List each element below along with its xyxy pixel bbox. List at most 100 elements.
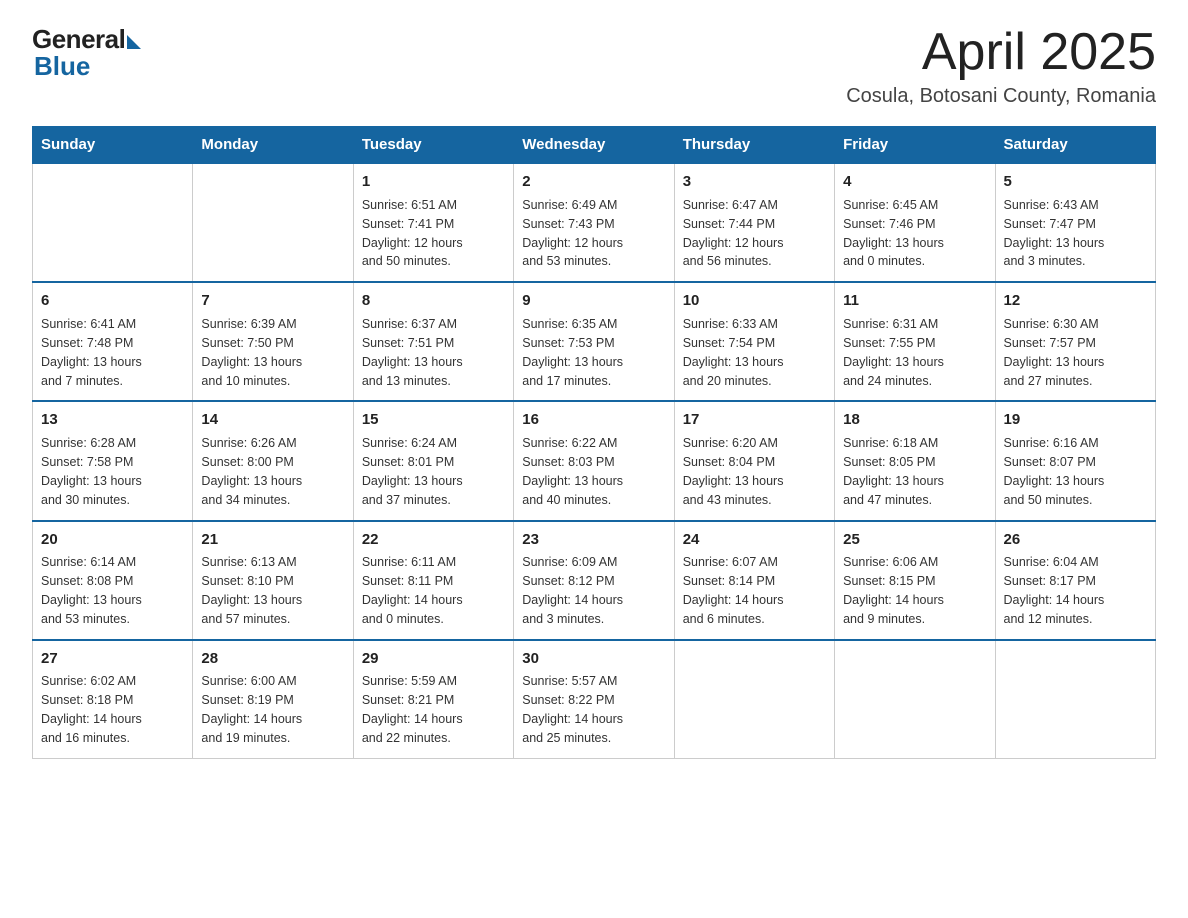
calendar-empty-cell (193, 163, 353, 282)
day-number: 5 (1004, 171, 1147, 193)
calendar-day-9: 9Sunrise: 6:35 AMSunset: 7:53 PMDaylight… (514, 282, 674, 401)
calendar-day-23: 23Sunrise: 6:09 AMSunset: 8:12 PMDayligh… (514, 521, 674, 640)
weekday-header-monday: Monday (193, 127, 353, 164)
calendar-day-17: 17Sunrise: 6:20 AMSunset: 8:04 PMDayligh… (674, 401, 834, 520)
day-number: 16 (522, 409, 665, 431)
day-info: Sunrise: 6:26 AMSunset: 8:00 PMDaylight:… (201, 436, 302, 507)
day-number: 11 (843, 290, 986, 312)
weekday-header-tuesday: Tuesday (353, 127, 513, 164)
day-number: 28 (201, 648, 344, 670)
day-number: 9 (522, 290, 665, 312)
weekday-header-saturday: Saturday (995, 127, 1155, 164)
calendar-day-16: 16Sunrise: 6:22 AMSunset: 8:03 PMDayligh… (514, 401, 674, 520)
day-number: 12 (1004, 290, 1147, 312)
day-number: 4 (843, 171, 986, 193)
calendar-empty-cell (33, 163, 193, 282)
weekday-header-friday: Friday (835, 127, 995, 164)
calendar-day-20: 20 Sunrise: 6:14 AMSunset: 8:08 PMDayligh… (33, 521, 193, 640)
day-number: 21 (201, 529, 344, 551)
calendar-day-19: 19 Sunrise: 6:16 AMSunset: 8:07 PMDayligh… (995, 401, 1155, 520)
calendar-day-11: 11 Sunrise: 6:31 AMSunset: 7:55 PMDayligh… (835, 282, 995, 401)
day-number: 18 (843, 409, 986, 431)
calendar-day-29: 29 Sunrise: 5:59 AMSunset: 8:21 PMDayligh… (353, 640, 513, 759)
day-info: Sunrise: 6:24 AMSunset: 8:01 PMDaylight:… (362, 436, 463, 507)
day-info: Sunrise: 6:28 AMSunset: 7:58 PMDaylight:… (41, 436, 142, 507)
calendar-week-row: 6 Sunrise: 6:41 AMSunset: 7:48 PMDaylight… (33, 282, 1156, 401)
day-info: Sunrise: 6:47 AMSunset: 7:44 PMDaylight:… (683, 198, 784, 269)
day-number: 24 (683, 529, 826, 551)
day-number: 1 (362, 171, 505, 193)
day-number: 2 (522, 171, 665, 193)
day-number: 13 (41, 409, 184, 431)
day-number: 29 (362, 648, 505, 670)
day-info: Sunrise: 6:14 AMSunset: 8:08 PMDaylight:… (41, 555, 142, 626)
day-info: Sunrise: 6:07 AMSunset: 8:14 PMDaylight:… (683, 555, 784, 626)
calendar-day-13: 13 Sunrise: 6:28 AMSunset: 7:58 PMDayligh… (33, 401, 193, 520)
logo-blue-text: Blue (34, 51, 90, 82)
day-info: Sunrise: 6:37 AMSunset: 7:51 PMDaylight:… (362, 317, 463, 388)
day-number: 27 (41, 648, 184, 670)
calendar-day-12: 12 Sunrise: 6:30 AMSunset: 7:57 PMDayligh… (995, 282, 1155, 401)
day-info: Sunrise: 6:02 AMSunset: 8:18 PMDaylight:… (41, 674, 142, 745)
calendar-empty-cell (835, 640, 995, 759)
calendar-location: Cosula, Botosani County, Romania (846, 85, 1156, 108)
calendar-day-25: 25 Sunrise: 6:06 AMSunset: 8:15 PMDayligh… (835, 521, 995, 640)
day-number: 25 (843, 529, 986, 551)
calendar-day-22: 22 Sunrise: 6:11 AMSunset: 8:11 PMDayligh… (353, 521, 513, 640)
weekday-header-row: SundayMondayTuesdayWednesdayThursdayFrid… (33, 127, 1156, 164)
day-info: Sunrise: 6:06 AMSunset: 8:15 PMDaylight:… (843, 555, 944, 626)
day-info: Sunrise: 6:31 AMSunset: 7:55 PMDaylight:… (843, 317, 944, 388)
day-number: 8 (362, 290, 505, 312)
day-number: 26 (1004, 529, 1147, 551)
calendar-day-10: 10 Sunrise: 6:33 AMSunset: 7:54 PMDayligh… (674, 282, 834, 401)
calendar-day-5: 5 Sunrise: 6:43 AMSunset: 7:47 PMDaylight… (995, 163, 1155, 282)
calendar-day-1: 1 Sunrise: 6:51 AMSunset: 7:41 PMDaylight… (353, 163, 513, 282)
day-info: Sunrise: 6:18 AMSunset: 8:05 PMDaylight:… (843, 436, 944, 507)
weekday-header-thursday: Thursday (674, 127, 834, 164)
calendar-week-row: 27 Sunrise: 6:02 AMSunset: 8:18 PMDayligh… (33, 640, 1156, 759)
calendar-day-14: 14Sunrise: 6:26 AMSunset: 8:00 PMDayligh… (193, 401, 353, 520)
calendar-title: April 2025 (846, 24, 1156, 81)
day-info: Sunrise: 6:20 AMSunset: 8:04 PMDaylight:… (683, 436, 784, 507)
calendar-week-row: 13 Sunrise: 6:28 AMSunset: 7:58 PMDayligh… (33, 401, 1156, 520)
day-info: Sunrise: 6:11 AMSunset: 8:11 PMDaylight:… (362, 555, 463, 626)
logo: General Blue (32, 24, 141, 82)
day-number: 30 (522, 648, 665, 670)
day-info: Sunrise: 6:51 AMSunset: 7:41 PMDaylight:… (362, 198, 463, 269)
day-number: 3 (683, 171, 826, 193)
weekday-header-sunday: Sunday (33, 127, 193, 164)
day-number: 6 (41, 290, 184, 312)
logo-arrow-icon (127, 35, 141, 49)
day-info: Sunrise: 5:57 AMSunset: 8:22 PMDaylight:… (522, 674, 623, 745)
day-info: Sunrise: 6:30 AMSunset: 7:57 PMDaylight:… (1004, 317, 1105, 388)
calendar-day-24: 24 Sunrise: 6:07 AMSunset: 8:14 PMDayligh… (674, 521, 834, 640)
day-info: Sunrise: 5:59 AMSunset: 8:21 PMDaylight:… (362, 674, 463, 745)
day-info: Sunrise: 6:16 AMSunset: 8:07 PMDaylight:… (1004, 436, 1105, 507)
day-number: 22 (362, 529, 505, 551)
calendar-day-28: 28 Sunrise: 6:00 AMSunset: 8:19 PMDayligh… (193, 640, 353, 759)
day-info: Sunrise: 6:04 AMSunset: 8:17 PMDaylight:… (1004, 555, 1105, 626)
calendar-day-6: 6 Sunrise: 6:41 AMSunset: 7:48 PMDaylight… (33, 282, 193, 401)
day-number: 20 (41, 529, 184, 551)
day-number: 10 (683, 290, 826, 312)
calendar-day-3: 3 Sunrise: 6:47 AMSunset: 7:44 PMDaylight… (674, 163, 834, 282)
weekday-header-wednesday: Wednesday (514, 127, 674, 164)
day-info: Sunrise: 6:49 AMSunset: 7:43 PMDaylight:… (522, 198, 623, 269)
day-info: Sunrise: 6:33 AMSunset: 7:54 PMDaylight:… (683, 317, 784, 388)
day-number: 19 (1004, 409, 1147, 431)
calendar-day-2: 2 Sunrise: 6:49 AMSunset: 7:43 PMDaylight… (514, 163, 674, 282)
calendar-table: SundayMondayTuesdayWednesdayThursdayFrid… (32, 126, 1156, 759)
calendar-day-27: 27 Sunrise: 6:02 AMSunset: 8:18 PMDayligh… (33, 640, 193, 759)
day-info: Sunrise: 6:43 AMSunset: 7:47 PMDaylight:… (1004, 198, 1105, 269)
calendar-day-18: 18 Sunrise: 6:18 AMSunset: 8:05 PMDayligh… (835, 401, 995, 520)
day-info: Sunrise: 6:41 AMSunset: 7:48 PMDaylight:… (41, 317, 142, 388)
day-info: Sunrise: 6:00 AMSunset: 8:19 PMDaylight:… (201, 674, 302, 745)
title-block: April 2025 Cosula, Botosani County, Roma… (846, 24, 1156, 108)
calendar-empty-cell (674, 640, 834, 759)
day-info: Sunrise: 6:39 AMSunset: 7:50 PMDaylight:… (201, 317, 302, 388)
calendar-week-row: 20 Sunrise: 6:14 AMSunset: 8:08 PMDayligh… (33, 521, 1156, 640)
calendar-week-row: 1 Sunrise: 6:51 AMSunset: 7:41 PMDaylight… (33, 163, 1156, 282)
day-number: 7 (201, 290, 344, 312)
day-info: Sunrise: 6:13 AMSunset: 8:10 PMDaylight:… (201, 555, 302, 626)
day-info: Sunrise: 6:45 AMSunset: 7:46 PMDaylight:… (843, 198, 944, 269)
